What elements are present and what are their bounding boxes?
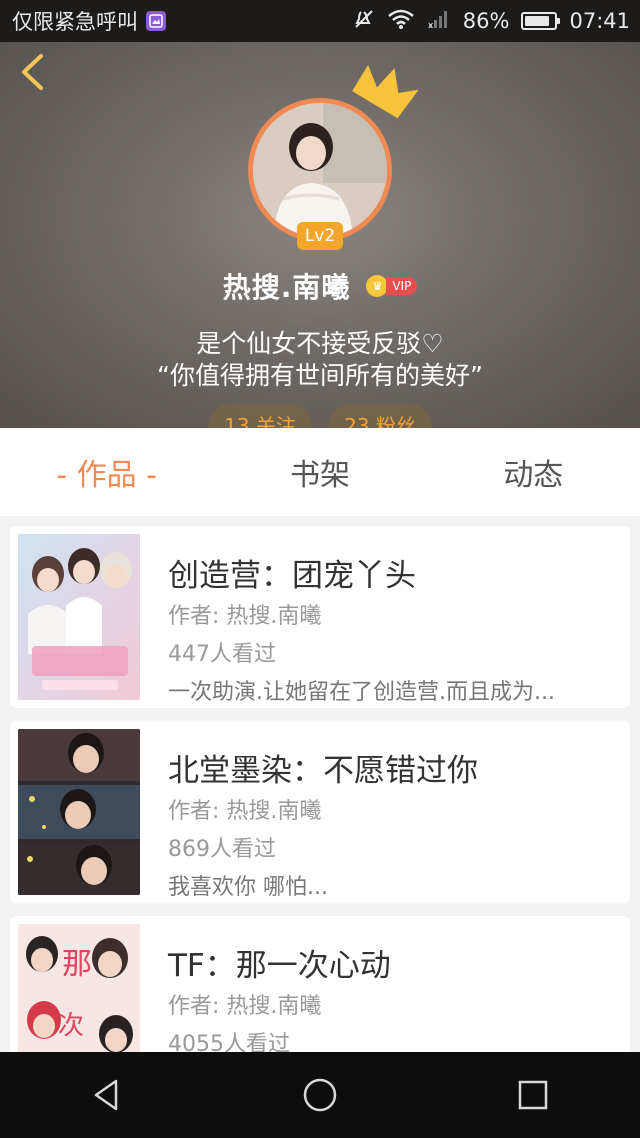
work-description: 一次助演.让她留在了创造营.而且成为... [168, 680, 555, 705]
work-views: 869人看过 [168, 837, 276, 862]
vip-badge: ♛ VIP [366, 275, 418, 297]
following-button[interactable]: 13 关注 [208, 404, 312, 428]
nav-recents-icon[interactable] [503, 1065, 563, 1125]
followers-button[interactable]: 23 粉丝 [328, 404, 432, 428]
tab-bar: - 作品 - 书架 动态 [0, 428, 640, 516]
work-author: 作者: 热搜.南曦 [168, 994, 322, 1019]
vip-label: VIP [386, 277, 418, 295]
name-row: 热搜.南曦 ♛ VIP [0, 266, 640, 306]
profile-header: Lv2 热搜.南曦 ♛ VIP 是个仙女不接受反驳♡ “你值得拥有世间所有的美好… [0, 42, 640, 428]
vip-crown-icon: ♛ [366, 275, 389, 297]
work-title[interactable]: TF：那一次心动 [168, 940, 391, 985]
list-item[interactable]: 北堂墨染：不愿错过你 作者: 热搜.南曦 869人看过 我喜欢你 哪怕... [10, 721, 630, 903]
tab-bookshelf[interactable]: 书架 [220, 450, 420, 494]
carrier-text: 仅限紧急呼叫 [12, 10, 138, 34]
work-title[interactable]: 北堂墨染：不愿错过你 [168, 745, 478, 790]
book-cover[interactable] [18, 534, 140, 700]
level-badge: Lv2 [297, 222, 343, 250]
mute-icon [353, 8, 375, 35]
book-cover[interactable] [18, 729, 140, 895]
battery-percent: 86% [462, 9, 510, 33]
bio-line-2: “你值得拥有世间所有的美好” [157, 361, 483, 390]
crown-icon [344, 62, 422, 132]
work-views: 4055人看过 [168, 1032, 290, 1052]
work-author: 作者: 热搜.南曦 [168, 799, 322, 824]
svg-text:那: 那 [62, 947, 92, 982]
works-list: 创造营：团宠丫头 作者: 热搜.南曦 447人看过 一次助演.让她留在了创造营.… [10, 526, 630, 1052]
list-item[interactable]: 那 次 TF：那一次心动 作者: 热搜.南曦 4055人看过 [10, 916, 630, 1052]
work-author: 作者: 热搜.南曦 [168, 604, 322, 629]
system-nav-bar [0, 1052, 640, 1138]
clock: 07:41 [569, 9, 630, 33]
back-arrow-icon[interactable] [14, 52, 54, 92]
nav-home-icon[interactable] [290, 1065, 350, 1125]
battery-icon [521, 12, 561, 30]
tab-activity[interactable]: 动态 [433, 450, 633, 494]
signal-icon: x [427, 8, 451, 35]
svg-text:x: x [428, 21, 434, 30]
tab-works[interactable]: - 作品 - [7, 450, 207, 494]
book-cover[interactable]: 那 次 [18, 924, 140, 1052]
status-bar: 仅限紧急呼叫 x 86% 07:41 [0, 0, 640, 42]
profile-name: 热搜.南曦 [222, 271, 351, 304]
work-description: 我喜欢你 哪怕... [168, 875, 328, 900]
work-title[interactable]: 创造营：团宠丫头 [168, 550, 416, 595]
wifi-icon [387, 8, 415, 35]
avatar-container[interactable]: Lv2 [248, 64, 419, 250]
gallery-icon [146, 11, 166, 31]
work-views: 447人看过 [168, 642, 276, 667]
svg-text:次: 次 [58, 1011, 84, 1041]
bio-line-1: 是个仙女不接受反驳♡ [196, 329, 444, 358]
list-item[interactable]: 创造营：团宠丫头 作者: 热搜.南曦 447人看过 一次助演.让她留在了创造营.… [10, 526, 630, 708]
nav-back-icon[interactable] [77, 1065, 137, 1125]
